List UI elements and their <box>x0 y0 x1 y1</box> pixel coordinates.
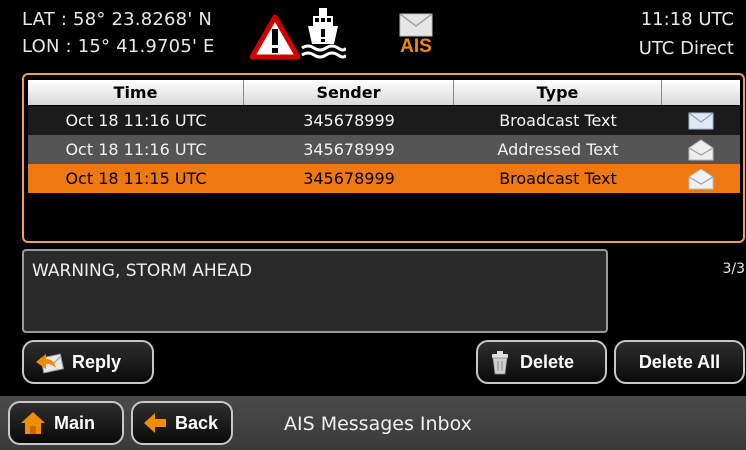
reply-button[interactable]: Reply <box>22 340 154 384</box>
envelope-open-icon <box>688 138 714 160</box>
utc-time: 11:18 UTC <box>640 9 734 30</box>
main-label: Main <box>54 412 96 433</box>
ship-alarm-icon[interactable] <box>300 6 346 62</box>
screen-title: AIS Messages Inbox <box>284 413 472 435</box>
table-row[interactable]: Oct 18 11:16 UTC 345678999 Addressed Tex… <box>28 135 740 164</box>
cell-sender: 345678999 <box>303 140 395 159</box>
reply-label: Reply <box>72 351 122 372</box>
message-body[interactable]: WARNING, STORM AHEAD <box>22 249 608 333</box>
warning-triangle-icon[interactable] <box>250 14 300 60</box>
home-icon <box>21 412 45 434</box>
delete-all-button[interactable]: Delete All <box>614 340 745 384</box>
time-source: UTC Direct <box>638 38 734 59</box>
trash-icon <box>492 351 508 375</box>
messages-table: Time Sender Type Oct 18 11:16 UTC 345678… <box>22 73 745 243</box>
cell-sender: 345678999 <box>303 169 395 188</box>
envelope-closed-icon <box>688 112 714 129</box>
cell-time: Oct 18 11:16 UTC <box>65 111 207 130</box>
message-text: WARNING, STORM AHEAD <box>32 261 253 281</box>
message-counter: 3/3 <box>722 261 745 277</box>
reply-icon <box>36 353 64 374</box>
table-body: Oct 18 11:16 UTC 345678999 Broadcast Tex… <box>28 106 740 193</box>
back-arrow-icon <box>144 413 166 433</box>
delete-label: Delete <box>520 351 575 372</box>
envelope-open-icon <box>688 167 714 189</box>
table-row-selected[interactable]: Oct 18 11:15 UTC 345678999 Broadcast Tex… <box>28 164 740 193</box>
delete-all-label: Delete All <box>638 351 721 372</box>
column-header-sender[interactable]: Sender <box>244 80 454 105</box>
longitude-readout: LON : 15° 41.9705' E <box>22 36 215 57</box>
cell-time: Oct 18 11:16 UTC <box>65 140 207 159</box>
column-header-status <box>662 80 740 105</box>
latitude-readout: LAT : 58° 23.8268' N <box>22 9 213 30</box>
bottom-nav-bar: Main Back AIS Messages Inbox <box>0 396 746 450</box>
delete-button[interactable]: Delete <box>476 340 607 384</box>
cell-sender: 345678999 <box>303 111 395 130</box>
cell-type: Broadcast Text <box>499 169 617 188</box>
status-header: LAT : 58° 23.8268' N LON : 15° 41.9705' … <box>0 0 746 68</box>
cell-type: Broadcast Text <box>499 111 617 130</box>
back-button[interactable]: Back <box>131 401 233 445</box>
column-header-type[interactable]: Type <box>454 80 662 105</box>
back-label: Back <box>175 412 219 433</box>
table-row[interactable]: Oct 18 11:16 UTC 345678999 Broadcast Tex… <box>28 106 740 135</box>
ais-label: AIS <box>400 36 432 57</box>
main-button[interactable]: Main <box>8 401 124 445</box>
cell-type: Addressed Text <box>497 140 619 159</box>
table-header: Time Sender Type <box>28 80 740 105</box>
cell-time: Oct 18 11:15 UTC <box>65 169 207 188</box>
column-header-time[interactable]: Time <box>28 80 244 105</box>
